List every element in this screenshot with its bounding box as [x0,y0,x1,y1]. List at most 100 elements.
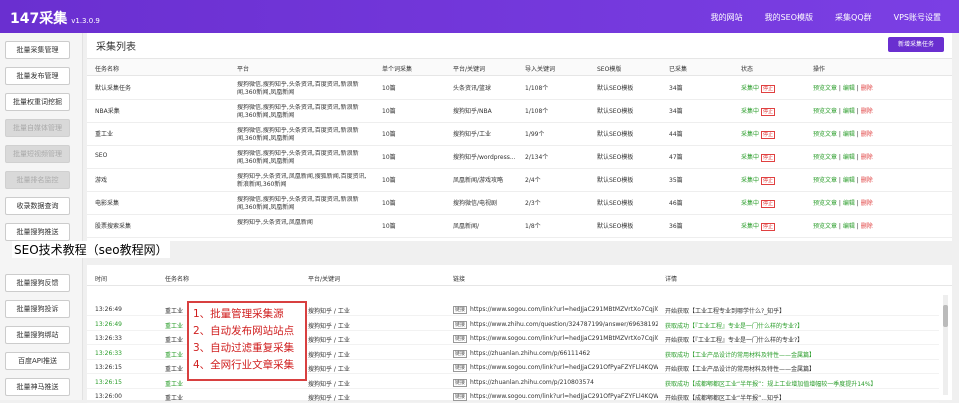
delete-link[interactable]: 删除 [861,200,873,207]
log-link-url[interactable]: https://www.sogou.com/link?url=hedJjaC29… [470,335,658,342]
cell-import: 1/8个 [525,223,541,230]
table-row: 电影采集 搜狗微信,搜狗知乎,头条资讯,百度资讯,新浪新闻,360新闻,凤凰新闻 1… [87,192,952,215]
stop-button[interactable]: 停止 [760,108,775,116]
cell-name: 电影采集 [95,200,120,207]
brand-version: v1.3.0.9 [71,17,100,25]
log-link-url[interactable]: https://zhuanlan.zhihu.com/p/210803574 [470,379,594,386]
log-detail: 开始获取【工业工程专业到哪学什么?_知乎】 [665,308,786,315]
cell-name: NBA采集 [95,108,120,115]
preview-link[interactable]: 预览文章 [813,223,837,230]
column-header: 单个词采集 [382,66,413,73]
log-link[interactable]: 链接 https://zhuanlan.zhihu.com/p/66111462 [453,349,658,358]
column-header: 导入关键词 [525,66,556,73]
log-scrollbar[interactable] [943,295,948,395]
sidebar-item[interactable]: 批量搜狗绑站 [5,326,70,344]
log-link[interactable]: 链接 https://www.zhihu.com/question/3247871… [453,320,658,329]
cell-import: 2/4个 [525,177,541,184]
log-link[interactable]: 链接 https://www.sogou.com/link?url=hedJjaC… [453,364,658,372]
stop-button[interactable]: 停止 [760,177,775,185]
sidebar-item[interactable]: 批量自媒体管理 [5,119,70,137]
sidebar-item[interactable]: 百度API推送 [5,352,70,370]
cell-name: SEO [95,152,108,159]
stop-button[interactable]: 停止 [760,200,775,208]
ops-cell: 预览文章 | 编辑 | 删除 [813,154,873,161]
sidebar-item[interactable]: 批量权重词挖掘 [5,93,70,111]
log-link[interactable]: 链接 https://www.sogou.com/link?url=hedJjaC… [453,335,658,343]
cell-platform: 搜狗微信,搜狗知乎,头条资讯,百度资讯,新浪新闻,360新闻,凤凰新闻 [237,127,359,142]
delete-link[interactable]: 删除 [861,223,873,230]
edit-link[interactable]: 编辑 [843,200,855,207]
preview-link[interactable]: 预览文章 [813,108,837,115]
log-task: 重工业 [165,395,184,402]
log-link-url[interactable]: https://www.sogou.com/link?url=hedJjaC29… [470,364,658,371]
edit-link[interactable]: 编辑 [843,85,855,92]
nav-my-seo-template[interactable]: 我的SEO模版 [765,12,813,23]
log-link[interactable]: 链接 https://zhuanlan.zhihu.com/p/210803574 [453,378,658,387]
cell-single: 10篇 [382,85,396,92]
edit-link[interactable]: 编辑 [843,131,855,138]
delete-link[interactable]: 删除 [861,108,873,115]
sidebar-item[interactable]: 批量采集管理 [5,41,70,59]
preview-link[interactable]: 预览文章 [813,154,837,161]
cell-import: 1/99个 [525,131,545,138]
edit-link[interactable]: 编辑 [843,108,855,115]
edit-link[interactable]: 编辑 [843,154,855,161]
log-time: 13:26:00 [95,393,122,400]
edit-link[interactable]: 编辑 [843,177,855,184]
column-header: 状态 [741,66,754,73]
log-header: 时间 任务名称 平台/关键词 链接 详情 [87,268,952,286]
log-link-url[interactable]: https://www.sogou.com/link?url=hedJjaC29… [470,393,658,400]
panel-title: 采集列表 [96,42,136,53]
table-row: 重工业 搜狗微信,搜狗知乎,头条资讯,百度资讯,新浪新闻,360新闻,凤凰新闻 10… [87,123,952,146]
delete-link[interactable]: 删除 [861,177,873,184]
log-detail: 获取成功【『工业工程』专业是一门什么样的专业?】 [665,322,804,330]
sidebar-item[interactable]: 批量搜狗推送 [5,223,70,241]
edit-link[interactable]: 编辑 [843,223,855,230]
status-cell: 采集中 停止 [741,152,775,162]
sidebar-item[interactable]: 收录数据查询 [5,197,70,215]
callout-line: 2、自动发布网站站点 [193,325,295,337]
sidebar-item[interactable]: 批量神马推送 [5,378,70,396]
new-task-button[interactable]: 新增采集任务 [888,37,944,52]
sidebar-item[interactable]: 批量排名监控 [5,171,70,189]
link-tag: 链接 [453,306,468,314]
nav-my-site[interactable]: 我的网站 [711,12,743,23]
sidebar-item[interactable]: 批量短视频管理 [5,145,70,163]
status-running: 采集中 [741,223,760,230]
stop-button[interactable]: 停止 [760,131,775,139]
cell-name: 游戏 [95,177,108,184]
preview-link[interactable]: 预览文章 [813,131,837,138]
preview-link[interactable]: 预览文章 [813,85,837,92]
cell-seo: 默认SEO模板 [597,131,634,138]
sidebar-item[interactable]: 批量搜狗反馈 [5,274,70,292]
status-running: 采集中 [741,85,760,92]
nav-vps-settings[interactable]: VPS账号设置 [894,12,941,23]
cell-seo: 默认SEO模板 [597,154,634,161]
scroll-thumb[interactable] [943,305,948,327]
log-link-url[interactable]: https://zhuanlan.zhihu.com/p/66111462 [470,350,590,357]
cell-platform: 搜狗微信,搜狗知乎,头条资讯,百度资讯,新浪新闻,360新闻,凤凰新闻 [237,150,359,165]
sidebar-item[interactable]: 批量搜狗投诉 [5,300,70,318]
log-keyword: 搜狗知乎 / 工业 [308,308,350,315]
log-link[interactable]: 链接 https://www.sogou.com/link?url=hedJjaC… [453,306,658,314]
brand-logo[interactable]: 147采集 v1.3.0.9 [10,8,100,28]
nav-qq-group[interactable]: 采集QQ群 [835,12,872,23]
cell-import: 1/108个 [525,108,549,115]
preview-link[interactable]: 预览文章 [813,200,837,207]
sidebar-item[interactable]: 批量发布管理 [5,67,70,85]
delete-link[interactable]: 删除 [861,154,873,161]
delete-link[interactable]: 删除 [861,131,873,138]
cell-platform: 搜狗微信,搜狗知乎,头条资讯,百度资讯,新浪新闻,360新闻,凤凰新闻 [237,81,359,96]
log-link-url[interactable]: https://www.sogou.com/link?url=hedJjaC29… [470,306,658,313]
preview-link[interactable]: 预览文章 [813,177,837,184]
stop-button[interactable]: 停止 [760,223,775,231]
status-running: 采集中 [741,108,760,115]
top-nav: 我的网站 我的SEO模版 采集QQ群 VPS账号设置 [711,12,941,23]
cell-single: 10篇 [382,108,396,115]
stop-button[interactable]: 停止 [760,85,775,93]
status-cell: 采集中 停止 [741,83,775,93]
delete-link[interactable]: 删除 [861,85,873,92]
stop-button[interactable]: 停止 [760,154,775,162]
status-cell: 采集中 停止 [741,221,775,231]
log-link-url[interactable]: https://www.zhihu.com/question/324787199… [470,321,658,328]
